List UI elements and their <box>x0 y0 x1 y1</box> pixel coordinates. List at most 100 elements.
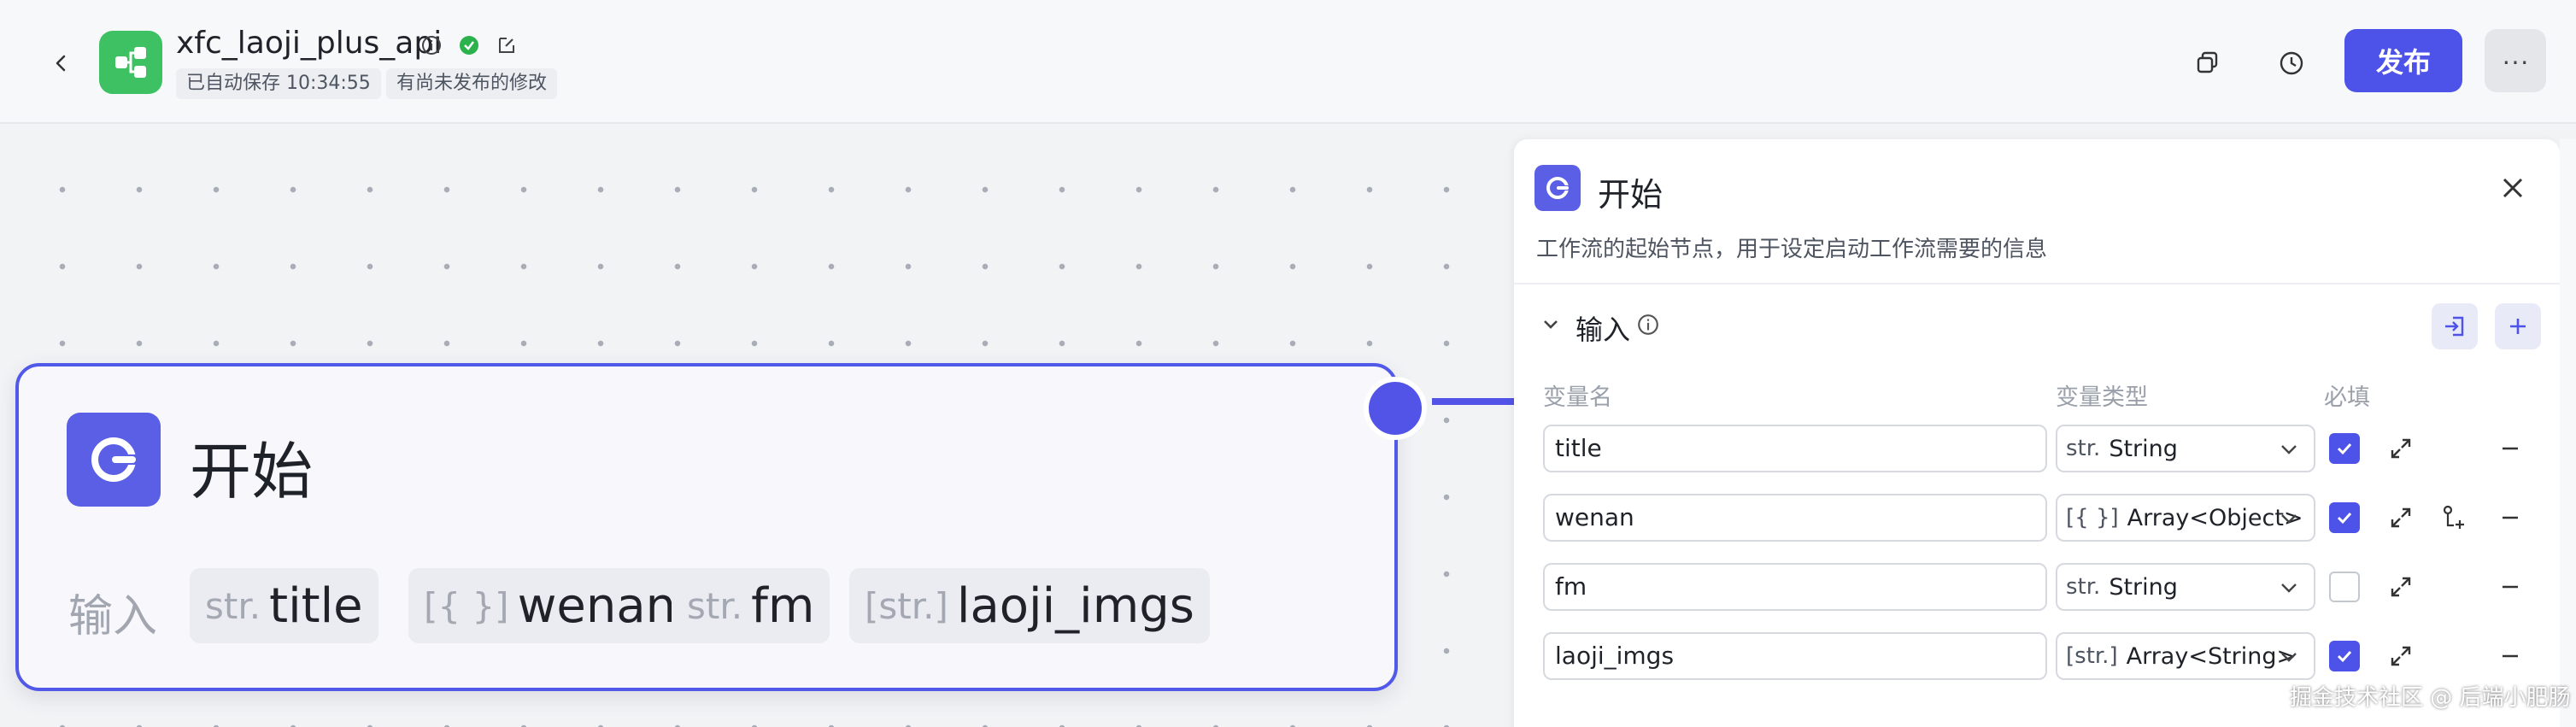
column-header-required: 必填 <box>2324 384 2370 411</box>
required-checkbox[interactable] <box>2329 502 2360 533</box>
column-header-type: 变量类型 <box>2056 384 2148 411</box>
remove-variable-button[interactable] <box>2493 639 2527 673</box>
plus-icon <box>2510 319 2526 334</box>
copy-icon <box>2197 51 2218 73</box>
info-icon[interactable] <box>419 32 444 58</box>
divider <box>1514 283 2560 284</box>
input-section-title: 输入 <box>1576 314 1631 346</box>
node-var-name: laoji_imgs <box>956 577 1194 634</box>
variable-row: wenan [{ }] Array<Object> <box>1514 494 2560 548</box>
expand-button[interactable] <box>2384 570 2418 604</box>
connection-edge <box>1432 398 1514 405</box>
add-variable-button[interactable] <box>2495 303 2541 349</box>
workflow-canvas[interactable]: 开始 输入 str. title [{ }] wenan str. fm [st… <box>0 126 1514 727</box>
unpublished-badge: 有尚未发布的修改 <box>386 68 558 99</box>
minus-icon <box>2503 585 2518 589</box>
close-button[interactable] <box>2491 167 2534 209</box>
node-output-port[interactable] <box>1364 377 1427 440</box>
node-var-name: title <box>269 577 363 634</box>
node-var-tag: [str.] laoji_imgs <box>849 568 1210 643</box>
expand-icon <box>2391 646 2411 666</box>
add-sub-variable-button[interactable] <box>2437 501 2471 535</box>
required-checkbox[interactable] <box>2329 572 2360 602</box>
variable-type-select[interactable]: str. String <box>2056 425 2315 472</box>
expand-icon <box>2391 577 2411 597</box>
type-value: String <box>2109 435 2178 462</box>
expand-icon <box>2391 438 2411 459</box>
minus-icon <box>2503 516 2518 519</box>
expand-button[interactable] <box>2384 501 2418 535</box>
edit-icon[interactable] <box>494 32 519 58</box>
published-check-icon <box>456 32 482 58</box>
scrollbar[interactable] <box>2560 139 2576 727</box>
variable-name-input[interactable]: laoji_imgs <box>1543 632 2047 680</box>
import-button[interactable] <box>2432 303 2478 349</box>
variable-name-input[interactable]: fm <box>1543 563 2047 611</box>
string-type-icon: str. <box>205 584 261 627</box>
title-actions <box>419 32 519 58</box>
node-var-tag: [{ }] wenan <box>408 568 692 643</box>
check-icon <box>2337 443 2352 455</box>
type-value: Array<String> <box>2126 642 2297 670</box>
remove-variable-button[interactable] <box>2493 501 2527 535</box>
remove-variable-button[interactable] <box>2493 431 2527 466</box>
variable-type-select[interactable]: [{ }] Array<Object> <box>2056 494 2315 542</box>
collapse-section-button[interactable] <box>1536 310 1565 339</box>
expand-icon <box>2391 507 2411 528</box>
required-checkbox[interactable] <box>2329 641 2360 671</box>
string-type-icon: str. <box>2066 436 2101 461</box>
history-button[interactable] <box>2266 38 2317 89</box>
chevron-left-icon <box>56 55 66 72</box>
node-var-tag: str. title <box>190 568 378 643</box>
app-title: xfc_laoji_plus_api <box>176 26 443 61</box>
chevron-down-icon <box>2281 445 2297 454</box>
copy-button[interactable] <box>2182 38 2233 89</box>
check-icon <box>2337 650 2352 663</box>
minus-icon <box>2503 447 2518 450</box>
remove-variable-button[interactable] <box>2493 570 2527 604</box>
node-var-tag: str. fm <box>672 568 830 643</box>
node-var-name: wenan <box>517 577 677 634</box>
variable-row: laoji_imgs [str.] Array<String> <box>1514 632 2560 687</box>
chevron-down-icon <box>2281 514 2297 524</box>
variable-type-select[interactable]: str. String <box>2056 563 2315 611</box>
add-child-node-icon <box>2443 505 2464 529</box>
import-icon <box>2445 316 2464 337</box>
chevron-down-icon <box>2281 583 2297 593</box>
array-string-type-icon: [str.] <box>2066 643 2118 669</box>
variable-name-input[interactable]: wenan <box>1543 494 2047 542</box>
start-node-title: 开始 <box>190 436 314 507</box>
start-node-icon <box>67 413 161 507</box>
string-type-icon: str. <box>687 584 743 627</box>
variable-type-select[interactable]: [str.] Array<String> <box>2056 632 2315 680</box>
minus-icon <box>2503 654 2518 658</box>
watermark: 掘金技术社区 @ 后端小肥肠 <box>2290 685 2571 711</box>
start-node[interactable]: 开始 输入 str. title [{ }] wenan str. fm [st… <box>15 363 1398 691</box>
node-var-name: fm <box>751 577 815 634</box>
required-checkbox[interactable] <box>2329 433 2360 464</box>
chevron-down-icon <box>1544 320 1558 329</box>
array-object-type-icon: [{ }] <box>424 584 509 627</box>
expand-button[interactable] <box>2384 639 2418 673</box>
check-icon <box>2337 512 2352 525</box>
variable-name-input[interactable]: title <box>1543 425 2047 472</box>
workflow-logo-icon <box>99 31 162 94</box>
node-input-label: 输入 <box>68 591 158 642</box>
info-icon[interactable] <box>1634 310 1663 339</box>
variable-row: title str. String <box>1514 425 2560 479</box>
more-menu-button[interactable]: ··· <box>2485 29 2546 92</box>
array-string-type-icon: [str.] <box>865 584 948 627</box>
history-icon <box>2280 51 2303 75</box>
expand-button[interactable] <box>2384 431 2418 466</box>
chevron-down-icon <box>2281 653 2297 662</box>
column-header-name: 变量名 <box>1543 384 1612 411</box>
close-icon <box>2503 178 2523 198</box>
node-config-panel: 开始 工作流的起始节点，用于设定启动工作流需要的信息 输入 变量名 变量类型 必… <box>1514 139 2560 727</box>
top-bar: xfc_laoji_plus_api 已自动保存 10:34:55 有尚未发布的… <box>0 0 2576 124</box>
publish-button[interactable]: 发布 <box>2344 29 2462 92</box>
autosave-status: 已自动保存 10:34:55 <box>176 68 381 99</box>
string-type-icon: str. <box>2066 574 2101 600</box>
back-button[interactable] <box>43 44 80 82</box>
start-node-icon <box>1534 165 1581 211</box>
panel-description: 工作流的起始节点，用于设定启动工作流需要的信息 <box>1536 237 2048 262</box>
